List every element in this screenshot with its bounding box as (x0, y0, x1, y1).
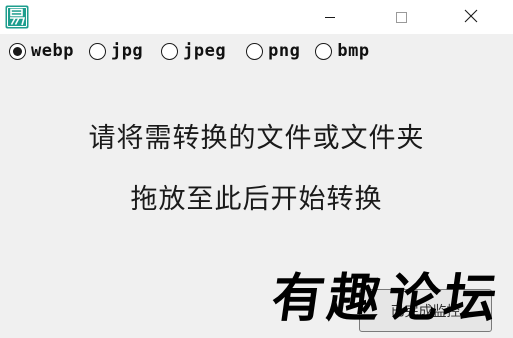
radio-jpeg[interactable]: jpeg (161, 39, 226, 63)
drop-instruction-line2: 拖放至此后开始转换 (130, 184, 383, 215)
radio-button[interactable] (315, 42, 333, 60)
minimize-icon (324, 8, 336, 27)
radio-label-png: png (268, 41, 301, 61)
maximize-icon (395, 8, 407, 27)
radio-jpg[interactable]: jpg (88, 39, 144, 63)
format-radio-group: webp jpg jpeg png bmp (9, 39, 370, 63)
radio-label-jpeg: jpeg (183, 41, 227, 61)
radio-button[interactable] (161, 42, 179, 60)
close-button[interactable] (448, 0, 494, 34)
drop-instruction-line1: 请将需转换的文件或文件夹 (88, 123, 425, 154)
watermark-char: 有 (267, 268, 329, 329)
radio-button[interactable] (246, 42, 264, 60)
title-bar[interactable] (0, 0, 513, 34)
radio-dot (13, 46, 22, 56)
radio-webp[interactable]: webp (9, 39, 74, 63)
radio-label-webp: webp (31, 41, 74, 61)
minimize-button[interactable] (307, 0, 353, 34)
app-logo-icon (5, 5, 29, 29)
radio-bmp[interactable]: bmp (315, 39, 369, 63)
close-icon (464, 8, 478, 27)
radio-button-checked[interactable] (9, 42, 26, 60)
radio-label-bmp: bmp (337, 41, 370, 61)
app-window: webp jpg jpeg png bmp 请将需转换的文件或文件夹 拖放至此后… (0, 0, 513, 338)
radio-button[interactable] (88, 42, 106, 60)
radio-png[interactable]: png (246, 39, 300, 63)
radio-label-jpg: jpg (110, 41, 144, 61)
maximize-button[interactable] (378, 0, 424, 34)
monitor-button[interactable]: 已完成监控 (359, 289, 492, 332)
